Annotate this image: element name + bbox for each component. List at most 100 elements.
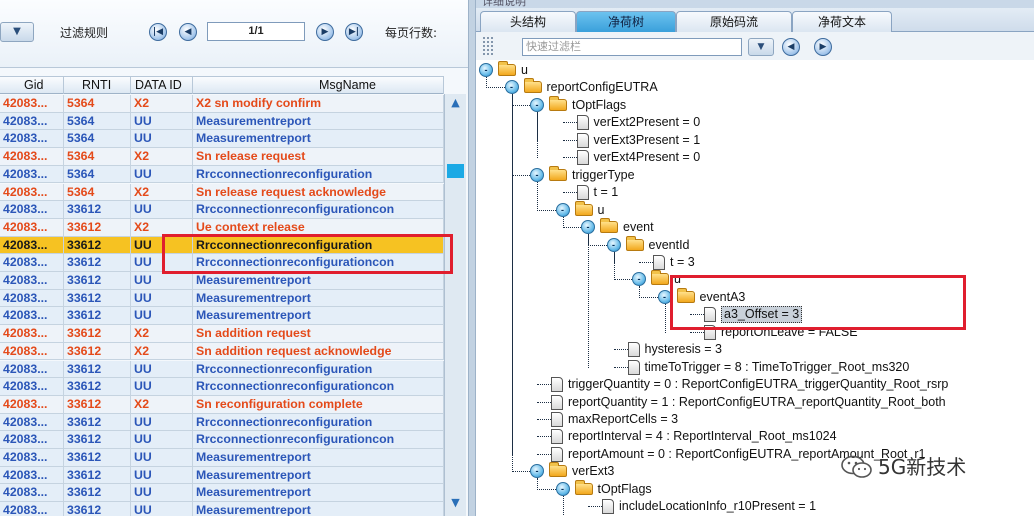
tab-header-structure[interactable]: 头结构 [480, 11, 576, 32]
tree-leaf-node[interactable]: verExt4Present = 0 [476, 149, 1034, 166]
collapse-toggle-icon[interactable]: - [632, 272, 646, 287]
table-row[interactable]: 42083... 33612 UU Measurementreport [0, 307, 444, 326]
cell-gid: 42083... [0, 378, 64, 396]
tree-leaf-node[interactable]: triggerQuantity = 0 : ReportConfigEUTRA_… [476, 376, 1034, 393]
table-row[interactable]: 42083... 5364 UU Measurementreport [0, 130, 444, 149]
next-page-icon[interactable]: ▶ [316, 23, 334, 41]
table-row[interactable]: 42083... 33612 X2 Sn addition request ackno… [0, 342, 444, 361]
table-row[interactable]: 42083... 33612 UU Rrcconnectionreconfigurat… [0, 378, 444, 396]
tab-payload-text[interactable]: 净荷文本 [792, 11, 892, 32]
table-row[interactable]: 42083... 33612 X2 Sn reconfiguration comple… [0, 395, 444, 414]
column-header-rnti[interactable]: RNTI [64, 77, 131, 94]
table-row[interactable]: 42083... 5364 UU Rrcconnectionreconfigurati… [0, 165, 444, 184]
collapse-toggle-icon[interactable]: - [657, 289, 672, 304]
table-row[interactable]: 42083... 33612 UU Measurementreport [0, 466, 444, 485]
cell-gid: 42083... [0, 236, 64, 254]
table-row[interactable]: 42083... 33612 X2 Ue context release [0, 218, 444, 237]
table-row[interactable]: 42083... 5364 X2 Sn release request [0, 148, 444, 166]
collapse-toggle-icon[interactable]: - [504, 80, 519, 95]
cell-data-id: UU [131, 289, 193, 307]
tree-leaf-node[interactable]: a3_Offset = 3 [476, 306, 1034, 324]
tree-connector [562, 495, 564, 516]
grip-handle[interactable] [482, 36, 494, 56]
tree-folder-node[interactable]: -u [476, 200, 1034, 219]
table-row[interactable]: 42083... 33612 UU Measurementreport [0, 484, 444, 503]
table-row[interactable]: 42083... 33612 UU Rrcconnectionreconfigurat… [0, 254, 444, 272]
tree-leaf-node[interactable]: timeToTrigger = 8 : TimeToTrigger_Root_m… [476, 359, 1034, 376]
tree-folder-node[interactable]: - eventA3 [476, 287, 1034, 306]
last-page-icon[interactable]: ▶| [345, 23, 363, 41]
scroll-up-icon[interactable]: ▲ [447, 96, 464, 110]
table-row[interactable]: 42083... 5364 UU Measurementreport [0, 112, 444, 131]
table-row[interactable]: 42083... 33612 UU Measurementreport [0, 502, 444, 516]
collapse-toggle-icon[interactable]: - [555, 202, 570, 217]
collapse-toggle-icon[interactable]: - [530, 464, 544, 479]
tree-leaf-node[interactable]: t = 3 [476, 254, 1034, 271]
quick-filter-input[interactable]: 快速过滤栏 [522, 38, 742, 56]
tree-node-label: u [597, 202, 605, 217]
chevron-down-icon[interactable]: ▼ [0, 22, 34, 42]
scroll-thumb[interactable] [447, 164, 464, 178]
filter-rules-label[interactable]: 过滤规则 [60, 24, 108, 41]
tree-folder-node[interactable]: - event [476, 218, 1034, 236]
table-row[interactable]: 42083... 33612 UU Rrcconnectionreconfigurat… [0, 201, 444, 219]
tree-leaf-node[interactable]: includeLocationInfo_r10Present = 1 [476, 498, 1034, 515]
next-match-icon[interactable]: ▶ [814, 38, 832, 56]
tab-payload-tree[interactable]: 净荷树 [576, 11, 676, 32]
chevron-down-icon[interactable]: ▼ [748, 38, 774, 56]
tab-raw-stream[interactable]: 原始码流 [676, 11, 792, 32]
table-row[interactable]: 42083... 33612 UU Measurementreport [0, 289, 444, 308]
table-row[interactable]: 42083... 33612 UU Measurementreport [0, 449, 444, 467]
tree-leaf-node[interactable]: t = 1 [476, 184, 1034, 201]
tree-leaf-node[interactable]: hysteresis = 3 [476, 341, 1034, 358]
tree-folder-node[interactable]: - eventId [476, 235, 1034, 254]
cell-data-id: UU [131, 307, 193, 325]
tree-leaf-node[interactable]: reportQuantity = 1 : ReportConfigEUTRA_r… [476, 394, 1034, 411]
table-row[interactable]: 42083... 33612 UU Rrcconnectionreconfigurat… [0, 413, 444, 432]
prev-match-icon[interactable]: ◀ [782, 38, 800, 56]
tree-leaf-node[interactable]: verExt2Present = 0 [476, 114, 1034, 131]
table-row[interactable]: 42083... 33612 UU Rrcconnectionreconfigurat… [0, 431, 444, 449]
tree-folder-node[interactable]: - triggerType [476, 165, 1034, 184]
tree-folder-node[interactable]: - tOptFlags [476, 95, 1034, 114]
tree-connector [588, 506, 602, 508]
collapse-toggle-icon[interactable]: - [530, 97, 544, 112]
cell-rnti: 33612 [64, 289, 131, 307]
tree-connector [537, 401, 551, 403]
cell-gid: 42083... [0, 112, 64, 130]
tree-folder-node[interactable]: -u [476, 61, 1034, 79]
column-header-gid[interactable]: Gid [0, 77, 64, 94]
vertical-scrollbar[interactable]: ▲ ▼ [444, 94, 466, 516]
cell-rnti: 33612 [64, 378, 131, 396]
document-icon [653, 254, 665, 270]
column-header-data-id[interactable]: DATA ID [131, 77, 193, 94]
tree-connector [664, 303, 666, 333]
collapse-toggle-icon[interactable]: - [606, 237, 621, 252]
tree-leaf-node[interactable]: reportOnLeave = FALSE [476, 324, 1034, 341]
cell-gid: 42083... [0, 218, 64, 236]
tree-leaf-node[interactable]: verExt3Present = 1 [476, 132, 1034, 149]
table-row[interactable]: 42083... 5364 X2 Sn release request acknowl… [0, 183, 444, 202]
pane-splitter[interactable] [468, 0, 476, 516]
first-page-icon[interactable]: |◀ [149, 23, 167, 41]
column-header-msgname[interactable]: MsgName [193, 77, 444, 94]
collapse-toggle-icon[interactable]: - [581, 220, 595, 235]
table-row[interactable]: 42083... 33612 X2 Sn addition request [0, 325, 444, 343]
tree-node-label: triggerType [572, 167, 635, 182]
table-row[interactable]: 42083... 33612 UU Rrcconnectionreconfigurat… [0, 360, 444, 379]
tree-leaf-node[interactable]: reportInterval = 4 : ReportInterval_Root… [476, 428, 1034, 445]
tree-folder-node[interactable]: - reportConfigEUTRA [476, 78, 1034, 96]
collapse-toggle-icon[interactable]: - [479, 63, 493, 77]
collapse-toggle-icon[interactable]: - [530, 167, 544, 182]
prev-page-icon[interactable]: ◀ [179, 23, 197, 41]
cell-rnti: 33612 [64, 236, 131, 254]
table-row[interactable]: 42083... 5364 X2 X2 sn modify confirm [0, 95, 444, 113]
tree-node-label: u [521, 63, 528, 77]
tree-folder-node[interactable]: -u [476, 270, 1034, 288]
page-number-field[interactable]: 1/1 [207, 22, 305, 41]
tree-leaf-node[interactable]: maxReportCells = 3 [476, 411, 1034, 428]
scroll-down-icon[interactable]: ▼ [447, 496, 464, 510]
table-row[interactable]: 42083... 33612 UU Measurementreport [0, 272, 444, 290]
collapse-toggle-icon[interactable]: - [555, 481, 570, 496]
table-row[interactable]: 42083... 33612 UU Rrcconnectionreconfigurat… [0, 236, 444, 255]
